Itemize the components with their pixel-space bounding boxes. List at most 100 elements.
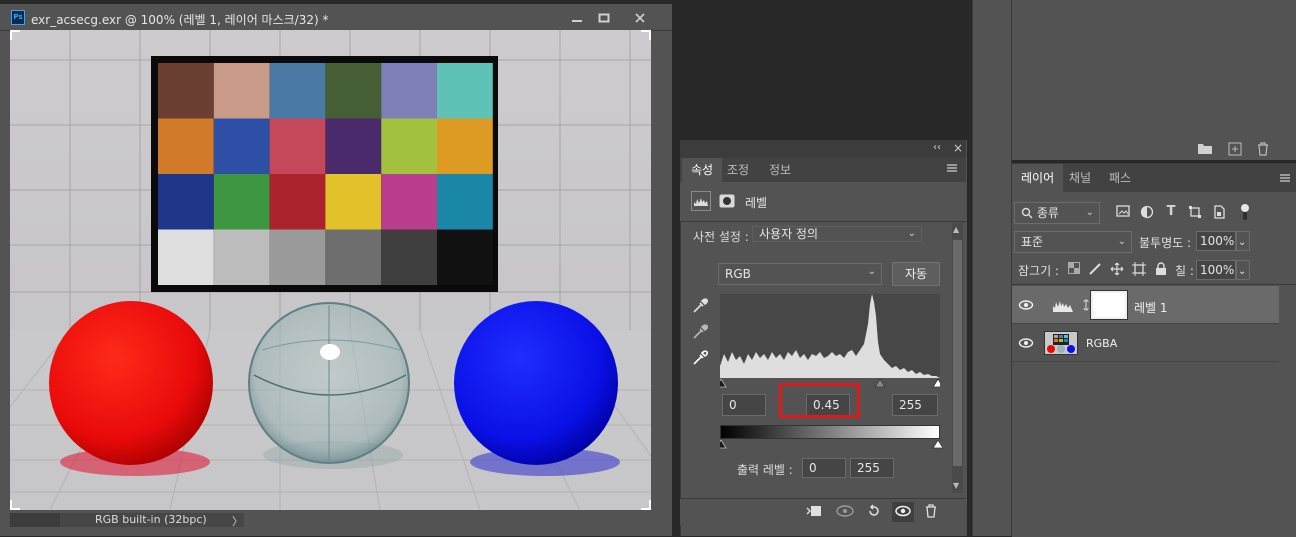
filter-toggle-switch[interactable] xyxy=(1240,202,1250,222)
layer-row-rgba[interactable]: RGBA xyxy=(1012,324,1279,362)
tab-info[interactable]: 정보 xyxy=(760,158,800,182)
black-point-eyedropper-icon[interactable] xyxy=(692,298,709,314)
gray-point-eyedropper-icon[interactable] xyxy=(692,324,709,340)
layer-name[interactable]: RGBA xyxy=(1086,337,1117,350)
panel-collapse-bar: ‹‹ × xyxy=(680,140,966,158)
color-swatch xyxy=(325,174,382,230)
lock-all-icon[interactable] xyxy=(1153,262,1169,278)
zoom-field[interactable] xyxy=(10,513,60,527)
layers-scrollbar[interactable] xyxy=(1280,286,1296,536)
visibility-eye-icon[interactable] xyxy=(1018,337,1034,352)
chevron-down-icon: ⌄ xyxy=(1117,236,1126,247)
reset-icon[interactable] xyxy=(866,504,882,520)
dock-column xyxy=(972,0,1012,536)
photoshop-file-icon: Ps xyxy=(11,10,25,25)
trash-icon[interactable] xyxy=(1255,142,1271,158)
layer-mask-icon[interactable] xyxy=(717,191,737,211)
output-levels-label: 출력 레벨 : xyxy=(737,463,793,477)
panel-menu-icon[interactable] xyxy=(1279,172,1291,187)
filter-adjustment-layer-icon[interactable] xyxy=(1139,205,1155,221)
scrollbar-thumb[interactable] xyxy=(953,240,962,466)
filter-shape-layer-icon[interactable] xyxy=(1187,205,1203,221)
new-item-icon[interactable] xyxy=(1227,142,1243,158)
close-panel-icon[interactable]: × xyxy=(953,141,963,155)
preset-value: 사용자 정의 xyxy=(759,227,819,241)
fill-field[interactable]: 100% xyxy=(1196,260,1236,280)
filter-type-layer-icon[interactable]: T xyxy=(1163,204,1179,220)
output-slider-track xyxy=(715,439,944,449)
histogram-graph xyxy=(720,294,940,378)
tab-adjustments[interactable]: 조정 xyxy=(718,158,758,182)
restore-button[interactable] xyxy=(590,8,618,28)
properties-footer xyxy=(680,498,966,525)
filter-smart-object-icon[interactable] xyxy=(1211,205,1227,221)
fill-dropdown[interactable]: ⌄ xyxy=(1236,260,1250,280)
filter-pixel-layer-icon[interactable] xyxy=(1115,205,1131,221)
layer-row-levels[interactable]: 레벨 1 xyxy=(1012,286,1279,324)
opacity-field[interactable]: 100% xyxy=(1196,231,1236,251)
layer-mask-thumbnail[interactable] xyxy=(1091,291,1127,319)
clip-to-layer-icon[interactable] xyxy=(806,504,822,520)
fill-label: 칠 : xyxy=(1175,264,1194,278)
chevron-down-icon: ⌄ xyxy=(1238,266,1247,277)
output-black-field[interactable]: 0 xyxy=(802,458,846,478)
collapse-panel-icon[interactable]: ‹‹ xyxy=(933,142,941,153)
preset-label: 사전 설정 : xyxy=(693,230,749,244)
color-swatch xyxy=(325,63,382,119)
visibility-eye-icon[interactable] xyxy=(1018,299,1034,314)
channel-value: RGB xyxy=(725,267,751,281)
lock-image-pixels-icon[interactable] xyxy=(1087,262,1103,278)
folder-icon[interactable] xyxy=(1197,142,1213,158)
mask-link-icon[interactable] xyxy=(1082,299,1090,311)
libraries-panel xyxy=(1012,0,1296,160)
output-levels-slider[interactable] xyxy=(715,439,944,449)
color-swatch xyxy=(325,118,382,174)
blend-mode-dropdown[interactable]: 표준 ⌄ xyxy=(1014,231,1132,253)
output-gradient-bar xyxy=(720,425,940,439)
input-black-field[interactable]: 0 xyxy=(722,394,766,416)
layer-thumbnail xyxy=(1044,331,1078,355)
color-swatch xyxy=(158,118,214,174)
input-white-handle xyxy=(932,378,944,388)
view-previous-state-icon[interactable] xyxy=(836,504,854,520)
minimize-button[interactable] xyxy=(563,8,591,28)
tab-channels[interactable]: 채널 xyxy=(1060,164,1100,192)
color-swatch xyxy=(213,63,270,119)
auto-button[interactable]: 자동 xyxy=(892,262,940,286)
color-swatch xyxy=(269,63,326,119)
document-info-text: RGB built-in (32bpc) xyxy=(95,513,207,526)
lock-artboard-icon[interactable] xyxy=(1131,262,1147,278)
preset-dropdown[interactable]: 사용자 정의 ⌄ xyxy=(752,226,922,242)
status-menu-arrow[interactable]: 〉 xyxy=(232,513,243,529)
opacity-dropdown[interactable]: ⌄ xyxy=(1236,231,1250,251)
toggle-visibility-icon[interactable] xyxy=(892,502,914,522)
color-swatch xyxy=(381,229,437,285)
properties-header: 레벨 xyxy=(680,182,966,222)
output-white-handle xyxy=(932,439,944,449)
scroll-down-icon[interactable]: ▼ xyxy=(953,481,959,490)
input-white-field[interactable]: 255 xyxy=(892,394,938,416)
channel-dropdown[interactable]: RGB ⌄ xyxy=(718,263,882,285)
panel-menu-icon[interactable] xyxy=(946,162,958,177)
color-swatch xyxy=(269,229,326,285)
layers-divider xyxy=(1012,284,1296,285)
output-white-field[interactable]: 255 xyxy=(850,458,894,478)
white-point-eyedropper-icon[interactable] xyxy=(692,350,709,366)
color-swatch xyxy=(381,63,437,119)
layer-filter-dropdown[interactable]: 종류 ⌄ xyxy=(1014,202,1100,224)
lock-position-icon[interactable] xyxy=(1109,262,1125,278)
scroll-up-icon[interactable]: ▲ xyxy=(953,225,959,234)
color-swatch xyxy=(213,174,270,230)
restore-icon xyxy=(598,13,610,23)
adjustment-title: 레벨 xyxy=(745,196,768,210)
tab-paths[interactable]: 패스 xyxy=(1100,164,1140,192)
lock-transparent-pixels-icon[interactable] xyxy=(1066,262,1082,278)
color-swatch xyxy=(269,174,326,230)
tab-properties[interactable]: 속성 xyxy=(682,158,723,182)
color-swatch xyxy=(158,229,214,285)
tab-layers[interactable]: 레이어 xyxy=(1012,164,1064,192)
trash-icon[interactable] xyxy=(923,504,939,520)
close-button[interactable] xyxy=(626,8,654,28)
image-canvas[interactable] xyxy=(10,30,651,510)
layer-name[interactable]: 레벨 1 xyxy=(1134,299,1168,316)
